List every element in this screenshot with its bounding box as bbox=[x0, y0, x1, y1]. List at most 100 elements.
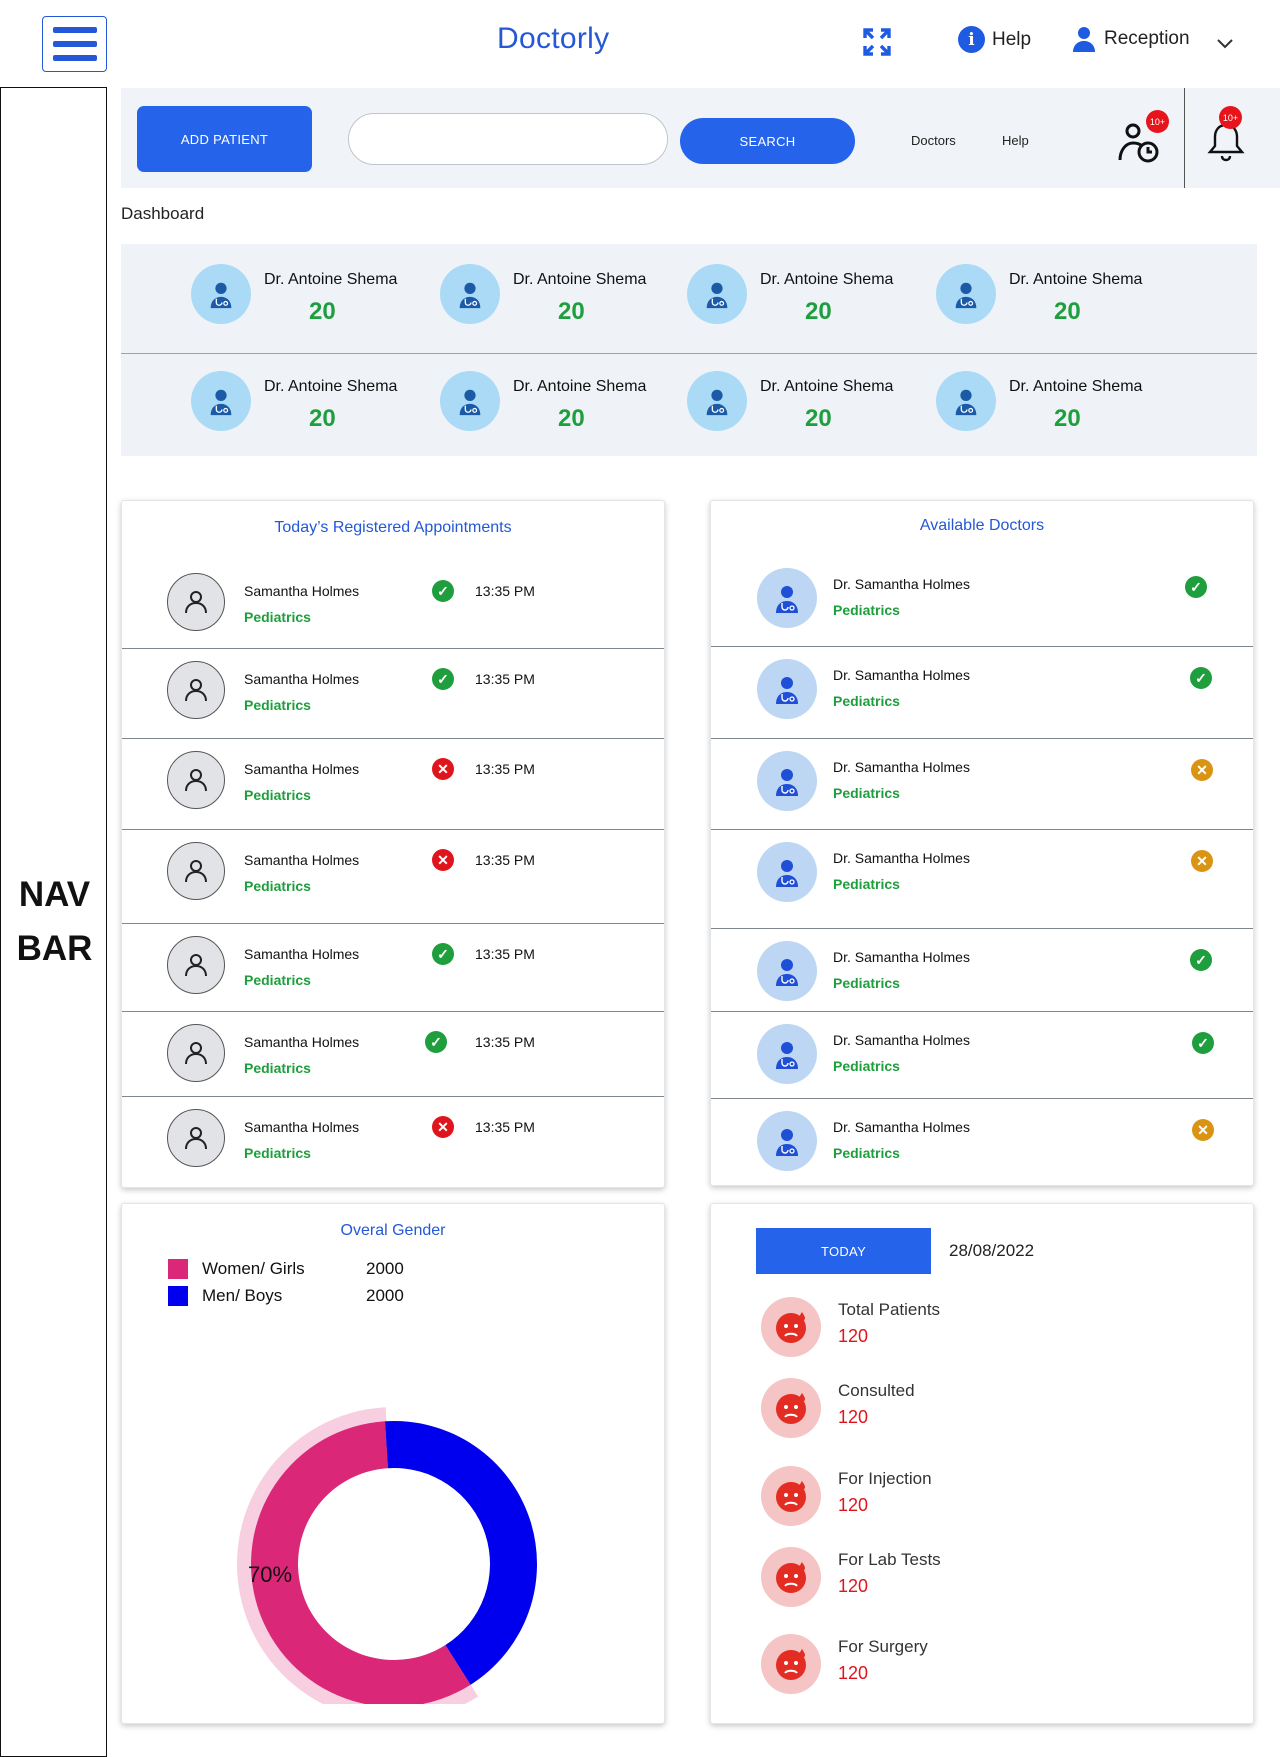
doctor-stat-count: 20 bbox=[309, 405, 336, 432]
appointment-time: 13:35 PM bbox=[475, 1034, 535, 1050]
top-header: Doctorly i Help Reception bbox=[0, 0, 1280, 86]
legend-swatch-men bbox=[168, 1286, 188, 1306]
doctor-stat-count: 20 bbox=[1054, 405, 1081, 432]
doctor-icon bbox=[776, 769, 798, 796]
appointment-row[interactable]: Samantha Holmes Pediatrics ✓ 13:35 PM bbox=[122, 1012, 664, 1097]
doctor-stat[interactable]: Dr. Antoine Shema 20 bbox=[440, 264, 680, 334]
sad-face-icon bbox=[776, 1481, 806, 1512]
doctor-stat-name: Dr. Antoine Shema bbox=[760, 378, 894, 395]
doctor-avatar bbox=[687, 371, 747, 431]
doctor-icon bbox=[210, 282, 232, 309]
search-button[interactable]: SEARCH bbox=[680, 118, 855, 164]
doctor-stat-name: Dr. Antoine Shema bbox=[513, 271, 647, 288]
notifications-badge: 10+ bbox=[1219, 106, 1242, 129]
donut-annotation: 70% bbox=[248, 1562, 292, 1587]
appointment-row[interactable]: Samantha Holmes Pediatrics ✕ 13:35 PM bbox=[122, 1097, 664, 1189]
appointments-title: Today’s Registered Appointments bbox=[274, 519, 512, 536]
gender-title: Overal Gender bbox=[340, 1222, 446, 1239]
person-icon bbox=[185, 1127, 207, 1150]
patient-name: Samantha Holmes bbox=[244, 1034, 360, 1050]
doctor-department: Pediatrics bbox=[833, 876, 900, 892]
doctor-icon bbox=[210, 389, 232, 416]
daily-stat-item[interactable]: For Surgery 120 bbox=[761, 1634, 1061, 1694]
daily-stat-item[interactable]: For Lab Tests 120 bbox=[761, 1547, 1061, 1607]
patient-name: Samantha Holmes bbox=[244, 852, 360, 868]
person-icon bbox=[185, 591, 207, 614]
appointment-time: 13:35 PM bbox=[475, 1119, 535, 1135]
legend-swatch-women bbox=[168, 1259, 188, 1279]
appointment-row[interactable]: Samantha Holmes Pediatrics ✓ 13:35 PM bbox=[122, 924, 664, 1012]
daily-stat-label: For Surgery bbox=[838, 1637, 928, 1656]
patient-avatar bbox=[167, 661, 225, 719]
today-button[interactable]: TODAY bbox=[756, 1228, 931, 1274]
patient-department: Pediatrics bbox=[244, 609, 311, 625]
doctor-stat[interactable]: Dr. Antoine Shema 20 bbox=[936, 264, 1176, 334]
daily-stat-item[interactable]: For Injection 120 bbox=[761, 1466, 1061, 1526]
doctor-stat-name: Dr. Antoine Shema bbox=[264, 271, 398, 288]
navbar-label-line2: BAR bbox=[16, 929, 93, 968]
available-doctors-title: Available Doctors bbox=[919, 517, 1045, 534]
toolbar-divider bbox=[1184, 88, 1185, 188]
doctor-stat[interactable]: Dr. Antoine Shema 20 bbox=[936, 371, 1176, 441]
doctor-avatar bbox=[757, 941, 817, 1001]
page-title: Dashboard bbox=[121, 204, 205, 223]
doctor-row[interactable]: Dr. Samantha Holmes Pediatrics ✓ bbox=[711, 1012, 1253, 1099]
doctor-icon bbox=[706, 282, 728, 309]
doctor-row[interactable]: Dr. Samantha Holmes Pediatrics ✕ bbox=[711, 830, 1253, 929]
doctor-department: Pediatrics bbox=[833, 785, 900, 801]
daily-stat-item[interactable]: Total Patients 120 bbox=[761, 1297, 1061, 1357]
doctor-department: Pediatrics bbox=[833, 1058, 900, 1074]
check-circle-icon: ✓ bbox=[1192, 1032, 1214, 1054]
sad-face-icon bbox=[776, 1562, 806, 1593]
check-circle-icon: ✓ bbox=[432, 668, 454, 690]
doctors-link[interactable]: Doctors bbox=[911, 133, 956, 148]
sad-face-icon bbox=[776, 1649, 806, 1680]
help-menu[interactable]: i Help bbox=[958, 26, 1031, 53]
hamburger-menu-button[interactable] bbox=[42, 16, 107, 72]
stats-divider bbox=[121, 353, 1257, 354]
doctor-department: Pediatrics bbox=[833, 975, 900, 991]
doctor-name: Dr. Samantha Holmes bbox=[833, 1119, 970, 1135]
busy-circle-icon: ✕ bbox=[1191, 850, 1213, 872]
patient-avatar bbox=[167, 936, 225, 994]
doctor-avatar bbox=[440, 264, 500, 324]
doctor-row[interactable]: Dr. Samantha Holmes Pediatrics ✓ bbox=[711, 929, 1253, 1012]
stat-icon-wrap bbox=[761, 1634, 821, 1694]
doctor-icon bbox=[776, 677, 798, 704]
user-menu[interactable]: Reception bbox=[1072, 26, 1190, 52]
check-circle-icon: ✓ bbox=[432, 943, 454, 965]
doctor-stat[interactable]: Dr. Antoine Shema 20 bbox=[191, 264, 431, 334]
doctor-icon bbox=[706, 389, 728, 416]
add-patient-button[interactable]: ADD PATIENT bbox=[137, 106, 312, 172]
fullscreen-icon[interactable] bbox=[862, 27, 892, 57]
doctor-stat[interactable]: Dr. Antoine Shema 20 bbox=[440, 371, 680, 441]
doctor-stat-name: Dr. Antoine Shema bbox=[264, 378, 398, 395]
appointment-row[interactable]: Samantha Holmes Pediatrics ✕ 13:35 PM bbox=[122, 739, 664, 830]
doctor-row[interactable]: Dr. Samantha Holmes Pediatrics ✓ bbox=[711, 647, 1253, 739]
patient-avatar bbox=[167, 573, 225, 631]
patient-department: Pediatrics bbox=[244, 972, 311, 988]
appointment-row[interactable]: Samantha Holmes Pediatrics ✓ 13:35 PM bbox=[122, 561, 664, 649]
chevron-down-icon[interactable] bbox=[1216, 34, 1234, 52]
doctor-name: Dr. Samantha Holmes bbox=[833, 759, 970, 775]
doctor-stat[interactable]: Dr. Antoine Shema 20 bbox=[191, 371, 431, 441]
appointment-row[interactable]: Samantha Holmes Pediatrics ✕ 13:35 PM bbox=[122, 830, 664, 924]
patient-avatar bbox=[167, 842, 225, 900]
search-input[interactable] bbox=[348, 113, 668, 165]
doctor-row[interactable]: Dr. Samantha Holmes Pediatrics ✓ bbox=[711, 556, 1253, 647]
person-icon bbox=[185, 769, 207, 792]
doctor-row[interactable]: Dr. Samantha Holmes Pediatrics ✕ bbox=[711, 739, 1253, 830]
doctor-stat[interactable]: Dr. Antoine Shema 20 bbox=[687, 264, 927, 334]
donut-slice-men[interactable] bbox=[385, 1421, 537, 1685]
doctor-stat-count: 20 bbox=[805, 298, 832, 325]
appointment-row[interactable]: Samantha Holmes Pediatrics ✓ 13:35 PM bbox=[122, 649, 664, 739]
doctor-stat[interactable]: Dr. Antoine Shema 20 bbox=[687, 371, 927, 441]
navbar-placeholder: NAV BAR bbox=[1, 868, 108, 976]
doctor-icon bbox=[776, 860, 798, 887]
daily-stat-item[interactable]: Consulted 120 bbox=[761, 1378, 1061, 1438]
gender-chart-card: Overal Gender Women/ Girls 2000 Men/ Boy… bbox=[121, 1203, 665, 1724]
doctor-avatar bbox=[757, 1111, 817, 1171]
stat-icon-wrap bbox=[761, 1547, 821, 1607]
help-link[interactable]: Help bbox=[1002, 133, 1029, 148]
doctor-row[interactable]: Dr. Samantha Holmes Pediatrics ✕ bbox=[711, 1099, 1253, 1187]
